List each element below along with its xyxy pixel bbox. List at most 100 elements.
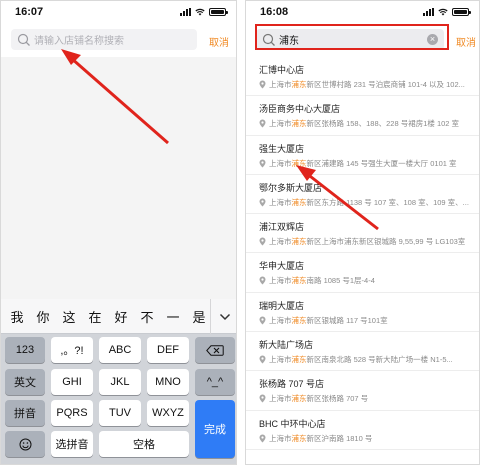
address-highlight: 浦东 [291, 355, 307, 365]
space-key[interactable]: 空格 [99, 431, 189, 457]
battery-icon [209, 8, 228, 16]
results-list: 汇博中心店 上海市 浦东 新区世博村路 231 号泊宸商铺 101-4 以及 102.… [246, 57, 479, 450]
left-phone-screen: 16:07 请输入店铺名称搜索 取消 我 你 这 在 好 不 一 是 123 ,… [0, 0, 237, 465]
key-mno[interactable]: MNO [147, 369, 189, 395]
list-item[interactable]: 汤臣商务中心大厦店 上海市 浦东 新区张杨路 158、188、228 号裙房1楼 10… [246, 96, 479, 136]
location-pin-icon [259, 276, 266, 285]
key-def[interactable]: DEF [147, 337, 189, 363]
store-name: 华申大厦店 [259, 261, 305, 272]
store-name: 鄂尔多斯大厦店 [259, 182, 323, 193]
store-name: 浦江双辉店 [259, 222, 305, 233]
emoji-icon [19, 438, 31, 450]
address-rest: 新区世博村路 231 号泊宸商铺 101-4 以及 102... [306, 80, 465, 89]
expand-candidates-button[interactable] [210, 299, 236, 334]
address-highlight: 浦东 [291, 433, 307, 443]
address-prefix: 上海市 [269, 355, 292, 365]
search-input[interactable]: 请输入店铺名称搜索 [11, 29, 197, 50]
search-placeholder: 请输入店铺名称搜索 [34, 36, 124, 47]
address-rest: 新区南泉北路 528 号新大陆广场一楼 N1-5... [306, 355, 453, 365]
list-item[interactable]: 新大陆广场店 上海市 浦东 新区南泉北路 528 号新大陆广场一楼 N1-5... [246, 332, 479, 372]
store-address: 上海市 浦东 新区世博村路 231 号泊宸商铺 101-4 以及 102... [259, 79, 465, 90]
store-address: 上海市 浦东 新区浦建路 145 号强生大厦一楼大厅 0101 室 [259, 158, 457, 169]
key-tuv[interactable]: TUV [99, 400, 141, 426]
list-item[interactable]: 强生大厦店 上海市 浦东 新区浦建路 145 号强生大厦一楼大厅 0101 室 [246, 135, 479, 175]
list-item[interactable]: 浦江双辉店上海市 浦东 新区上海市浦东新区银城路 9,55,99 号 LG103室 [246, 214, 479, 254]
empty-results-area [1, 57, 236, 301]
address-rest: 南路 1085 号1层-4-4 [306, 276, 375, 286]
location-pin-icon [259, 119, 266, 128]
address-prefix: 上海市 [269, 197, 292, 207]
search-highlight-box [255, 24, 449, 50]
key-pinyin[interactable]: 拼音 [5, 400, 45, 426]
key-wxyz[interactable]: WXYZ [147, 400, 189, 426]
cancel-button[interactable]: 取消 [209, 34, 229, 49]
address-prefix: 上海市 [269, 158, 292, 168]
address-prefix: 上海市 [269, 394, 292, 404]
key-pqrs[interactable]: PQRS [51, 400, 93, 426]
done-key[interactable]: 完成 [195, 400, 235, 458]
store-address: 上海市 浦东 新区张杨路 158、188、228 号裙房1楼 102 室 [259, 118, 459, 129]
list-item[interactable]: 汇博中心店上海市 浦东 新区世博村路 231 号泊宸商铺 101-4 以及 102.… [246, 57, 479, 97]
address-prefix: 上海市 [269, 276, 292, 286]
key-english[interactable]: 英文 [5, 369, 45, 395]
candidate-word[interactable]: 不 [134, 307, 160, 326]
candidate-word[interactable]: 我 [4, 307, 30, 326]
candidate-word[interactable]: 是 [186, 307, 212, 326]
key-jkl[interactable]: JKL [99, 369, 141, 395]
battery-icon [452, 8, 471, 16]
store-address: 上海市 浦东 新区上海市浦东新区银城路 9,55,99 号 LG103室 [259, 236, 465, 247]
key-123[interactable]: 123 [5, 337, 45, 363]
backspace-key[interactable] [195, 337, 235, 363]
right-phone-screen: 16:08 浦东 × 取消 汇博中心店 上海市 浦东 新区世博村路 231 号泊宸商铺… [245, 0, 480, 465]
address-highlight: 浦东 [291, 276, 307, 286]
status-time: 16:08 [260, 6, 289, 18]
status-time: 16:07 [15, 6, 44, 18]
store-name: BHC 中环中心店 [259, 418, 326, 429]
key-choose-pinyin[interactable]: 选拼音 [51, 431, 93, 457]
location-pin-icon [259, 434, 266, 443]
candidate-word[interactable]: 在 [82, 307, 108, 326]
store-name: 汇博中心店 [259, 65, 305, 75]
key-punctuation[interactable]: ,。?! [51, 337, 93, 363]
list-item[interactable]: 张杨路 707 号店 上海市 浦东 新区张杨路 707 号 [246, 371, 479, 411]
address-highlight: 浦东 [291, 394, 307, 404]
store-name: 张杨路 707 号店 [259, 379, 325, 390]
address-highlight: 浦东 [291, 80, 307, 89]
emoji-key[interactable] [5, 431, 45, 457]
address-prefix: 上海市 [269, 119, 292, 129]
address-highlight: 浦东 [291, 197, 307, 207]
chevron-down-icon [219, 313, 230, 320]
address-highlight: 浦东 [291, 158, 307, 168]
candidate-word[interactable]: 好 [108, 307, 134, 326]
list-item[interactable]: 鄂尔多斯大厦店上海市 浦东 新区东方路 1138 号 107 室、108 室、109… [246, 174, 479, 215]
location-pin-icon [259, 316, 266, 325]
candidate-word[interactable]: 一 [160, 307, 186, 326]
wifi-icon [195, 8, 205, 16]
candidate-word[interactable]: 这 [56, 307, 82, 326]
candidate-bar: 我 你 这 在 好 不 一 是 [1, 299, 236, 334]
address-rest: 新区浦建路 145 号强生大厦一楼大厅 0101 室 [306, 158, 457, 168]
store-address: 上海市 浦东 新区南泉北路 528 号新大陆广场一楼 N1-5... [259, 354, 453, 365]
location-pin-icon [259, 355, 266, 364]
store-address: 上海市 浦东 新区东方路 1138 号 107 室、108 室、109 室、... [259, 197, 469, 208]
list-item[interactable]: BHC 中环中心店 上海市 浦东 新区沪南路 1810 号 [246, 410, 479, 450]
key-abc[interactable]: ABC [99, 337, 141, 363]
key-ghi[interactable]: GHI [51, 369, 93, 395]
key-emoticon[interactable]: ^_^ [195, 369, 235, 395]
location-pin-icon [259, 80, 266, 89]
keyboard: 我 你 这 在 好 不 一 是 123 ,。?! ABC DEF 英文 GHI … [1, 299, 236, 464]
address-prefix: 上海市 [269, 237, 292, 247]
location-pin-icon [259, 198, 266, 207]
list-item[interactable]: 华申大厦店上海市 浦东 南路 1085 号1层-4-4 [246, 253, 479, 293]
location-pin-icon [259, 159, 266, 168]
address-highlight: 浦东 [291, 315, 307, 325]
status-icons [423, 8, 471, 16]
status-bar: 16:07 [1, 1, 236, 25]
store-name: 瑞明大厦店 [259, 300, 305, 311]
candidate-word[interactable]: 你 [30, 307, 56, 326]
cancel-button[interactable]: 取消 [456, 34, 476, 49]
store-address: 上海市 浦东 新区银城路 117 号101室 [259, 315, 388, 326]
search-icon [17, 33, 30, 46]
list-item[interactable]: 瑞明大厦店上海市 浦东 新区银城路 117 号101室 [246, 292, 479, 333]
location-pin-icon [259, 237, 266, 246]
